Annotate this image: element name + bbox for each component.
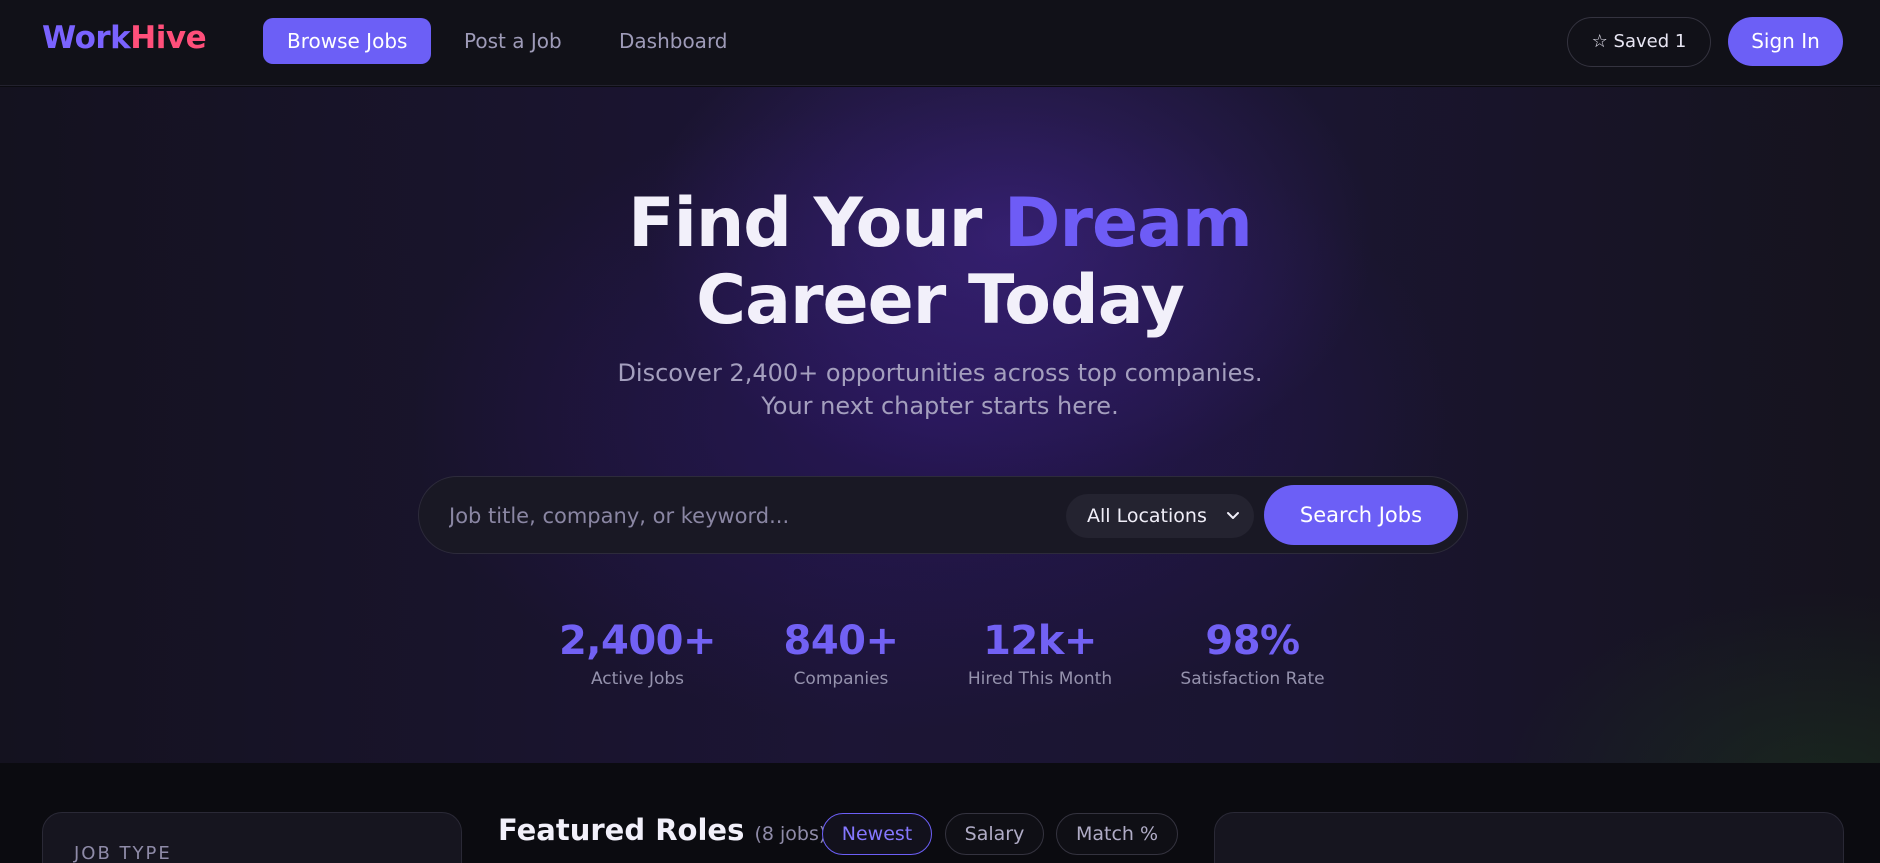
nav-browse-jobs[interactable]: Browse Jobs xyxy=(263,18,432,64)
chevron-down-icon xyxy=(1226,494,1240,556)
job-search-bar: All Locations Search Jobs xyxy=(418,476,1468,554)
main-content: JOB TYPE Featured Roles (8 jobs) Newest … xyxy=(0,763,1880,863)
stat-label: Hired This Month xyxy=(967,669,1113,689)
featured-roles-heading: Featured Roles (8 jobs) xyxy=(498,813,826,847)
hero-title-line1: Find Your Dream xyxy=(0,185,1880,263)
job-detail-panel xyxy=(1214,812,1844,863)
stat-companies: 840+ Companies xyxy=(776,617,906,689)
sign-in-button[interactable]: Sign In xyxy=(1728,17,1843,66)
nav-dashboard[interactable]: Dashboard xyxy=(595,18,752,64)
nav-post-a-job[interactable]: Post a Job xyxy=(440,18,586,64)
location-select-value: All Locations xyxy=(1087,505,1207,527)
sort-salary-pill[interactable]: Salary xyxy=(945,813,1044,855)
logo-hive-text: Hive xyxy=(130,20,207,56)
featured-roles-count: (8 jobs) xyxy=(754,823,827,845)
stat-value: 98% xyxy=(1205,618,1300,664)
stat-label: Companies xyxy=(793,669,889,689)
top-navbar: WorkHive Browse Jobs Post a Job Dashboar… xyxy=(0,0,1880,86)
search-jobs-button[interactable]: Search Jobs xyxy=(1264,485,1458,545)
stat-active-jobs: 2,400+ Active Jobs xyxy=(555,617,720,689)
job-search-input[interactable] xyxy=(449,496,1049,536)
stat-label: Satisfaction Rate xyxy=(1180,669,1325,689)
hero-subtitle: Discover 2,400+ opportunities across top… xyxy=(617,359,1263,420)
workhive-logo[interactable]: WorkHive xyxy=(42,20,207,56)
stat-label: Active Jobs xyxy=(590,669,685,689)
filters-panel: JOB TYPE xyxy=(42,812,462,863)
featured-roles-title: Featured Roles xyxy=(498,813,745,847)
sort-newest-pill[interactable]: Newest xyxy=(822,813,932,855)
hero-title-line2: Career Today xyxy=(696,261,1185,340)
location-select[interactable]: All Locations xyxy=(1066,494,1254,538)
logo-work-text: Work xyxy=(42,20,131,56)
filter-section-title: JOB TYPE xyxy=(74,843,172,863)
stat-value: 2,400+ xyxy=(558,618,717,664)
hero-section: Find Your Dream Career Today Discover 2,… xyxy=(0,87,1880,763)
stat-satisfaction-rate: 98% Satisfaction Rate xyxy=(1170,617,1335,689)
saved-jobs-button[interactable]: ☆ Saved 1 xyxy=(1567,17,1711,67)
hero-title-find-your: Find Your xyxy=(628,184,1004,263)
stat-value: 840+ xyxy=(783,618,899,664)
sort-match-pill[interactable]: Match % xyxy=(1056,813,1178,855)
stat-hired-this-month: 12k+ Hired This Month xyxy=(955,617,1125,689)
hero-title-dream: Dream xyxy=(1004,184,1253,263)
stat-value: 12k+ xyxy=(983,618,1097,664)
